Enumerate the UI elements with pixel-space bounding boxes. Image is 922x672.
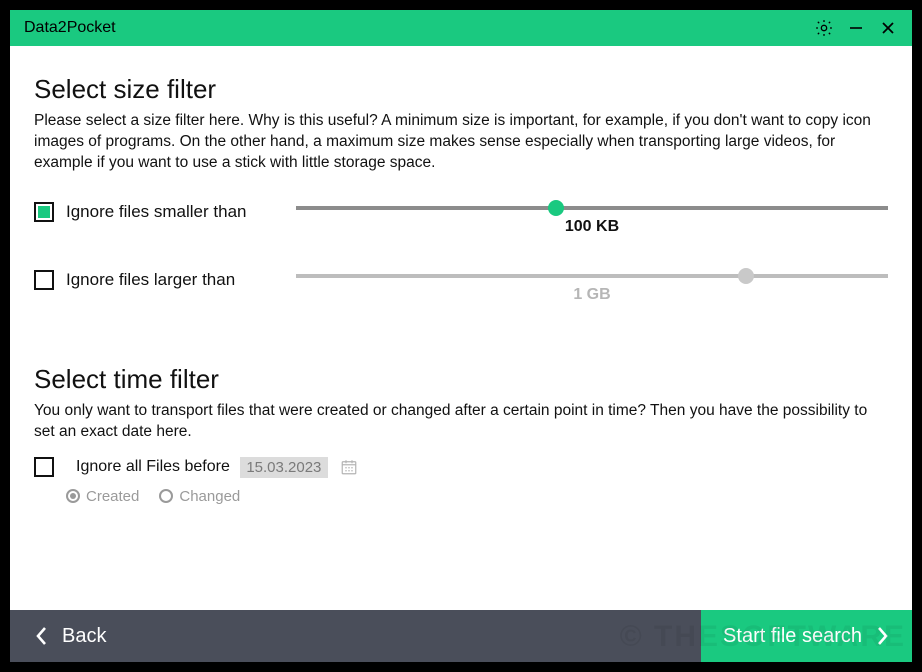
time-filter-desc: You only want to transport files that we… — [34, 401, 888, 443]
back-label: Back — [62, 625, 106, 648]
ignore-smaller-checkbox[interactable] — [34, 202, 54, 222]
calendar-icon — [340, 458, 358, 476]
time-filter-radios: Created Changed — [66, 488, 888, 505]
ignore-smaller-label: Ignore files smaller than — [66, 202, 296, 222]
chevron-right-icon — [876, 625, 890, 647]
ignore-before-checkbox[interactable] — [34, 457, 54, 477]
ignore-larger-label: Ignore files larger than — [66, 270, 296, 290]
calendar-button[interactable] — [338, 457, 360, 477]
gear-icon — [814, 18, 834, 38]
ignore-smaller-value: 100 KB — [296, 218, 888, 236]
radio-dot-icon — [159, 489, 173, 503]
radio-changed[interactable]: Changed — [159, 488, 240, 505]
back-button[interactable]: Back — [10, 610, 701, 662]
start-search-label: Start file search — [723, 625, 862, 648]
minimize-icon — [849, 21, 863, 35]
chevron-left-icon — [34, 625, 48, 647]
ignore-larger-checkbox[interactable] — [34, 270, 54, 290]
ignore-before-row: Ignore all Files before — [34, 457, 888, 478]
minimize-button[interactable] — [840, 12, 872, 44]
radio-dot-icon — [66, 489, 80, 503]
radio-changed-label: Changed — [179, 488, 240, 505]
time-filter-section: Select time filter You only want to tran… — [34, 364, 888, 505]
start-search-button[interactable]: Start file search — [701, 610, 912, 662]
radio-created-label: Created — [86, 488, 139, 505]
footer-bar: Back Start file search — [10, 610, 912, 662]
time-filter-title: Select time filter — [34, 364, 888, 395]
titlebar: Data2Pocket — [10, 10, 912, 46]
radio-created[interactable]: Created — [66, 488, 139, 505]
slider-thumb[interactable] — [548, 200, 564, 216]
app-window: Data2Pocket Select size filter Please se… — [10, 10, 912, 662]
ignore-before-label: Ignore all Files before — [76, 458, 230, 476]
size-filter-title: Select size filter — [34, 74, 888, 105]
ignore-before-date-input[interactable] — [240, 457, 328, 478]
slider-track[interactable] — [296, 274, 888, 278]
ignore-smaller-row: Ignore files smaller than 100 KB — [34, 202, 888, 236]
slider-track[interactable] — [296, 206, 888, 210]
slider-thumb[interactable] — [738, 268, 754, 284]
close-icon — [881, 21, 895, 35]
content-area: Select size filter Please select a size … — [10, 46, 912, 610]
app-title: Data2Pocket — [24, 19, 808, 37]
ignore-larger-slider[interactable]: 1 GB — [296, 270, 888, 304]
ignore-larger-row: Ignore files larger than 1 GB — [34, 270, 888, 304]
size-filter-desc: Please select a size filter here. Why is… — [34, 111, 888, 174]
close-button[interactable] — [872, 12, 904, 44]
settings-button[interactable] — [808, 12, 840, 44]
ignore-smaller-slider[interactable]: 100 KB — [296, 202, 888, 236]
ignore-larger-value: 1 GB — [296, 286, 888, 304]
